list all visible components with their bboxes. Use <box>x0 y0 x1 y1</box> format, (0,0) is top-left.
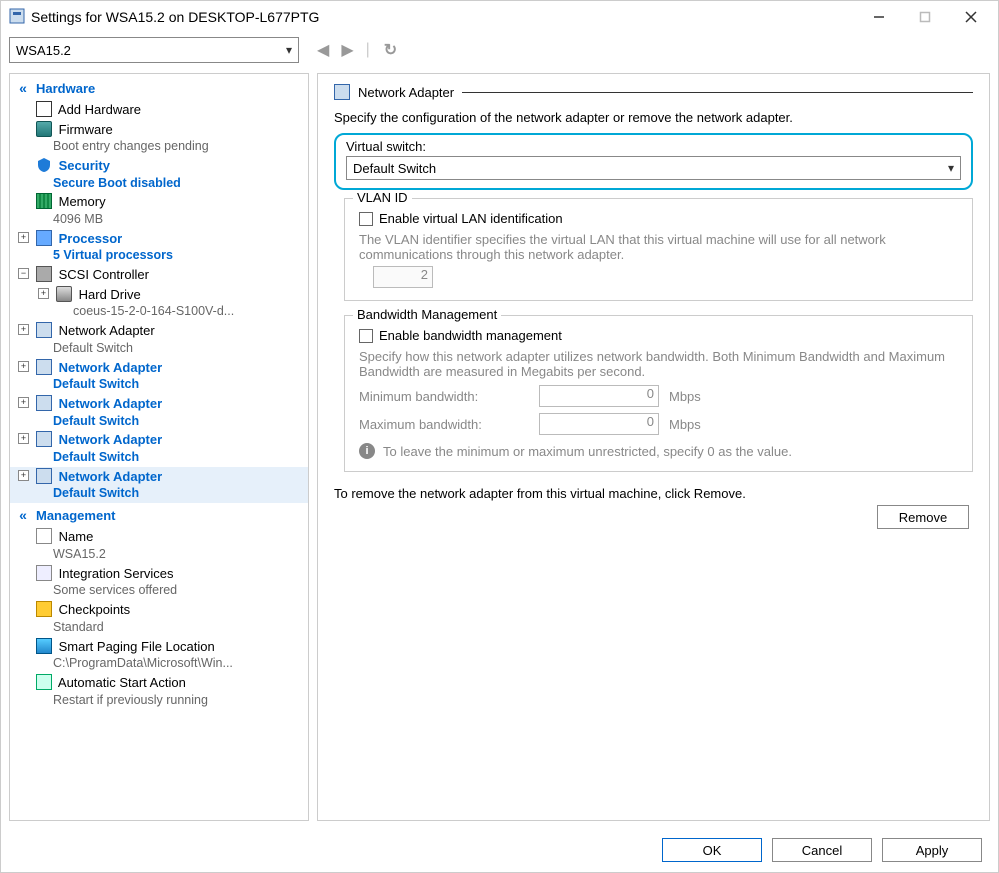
sidebar-item-firmware[interactable]: Firmware Boot entry changes pending <box>10 120 308 156</box>
sidebar-item-network-adapter-2[interactable]: + Network Adapter Default Switch <box>10 394 308 430</box>
nav-forward-button[interactable]: ▶ <box>337 40 357 60</box>
min-bandwidth-label: Minimum bandwidth: <box>359 389 529 404</box>
toolbar-separator: | <box>362 41 374 59</box>
info-icon: i <box>359 443 375 459</box>
chevron-down-icon: ▾ <box>286 43 292 57</box>
auto-start-icon <box>36 674 52 690</box>
vlan-group-title: VLAN ID <box>353 190 412 205</box>
max-bandwidth-input[interactable]: 0 <box>539 413 659 435</box>
sidebar-item-scsi[interactable]: − SCSI Controller <box>10 265 308 285</box>
bandwidth-hint: Specify how this network adapter utilize… <box>359 349 958 379</box>
bandwidth-group-title: Bandwidth Management <box>353 307 501 322</box>
maximize-button[interactable] <box>902 1 948 33</box>
cancel-button[interactable]: Cancel <box>772 838 872 862</box>
vlan-hint: The VLAN identifier specifies the virtua… <box>359 232 958 262</box>
shield-icon <box>36 157 52 173</box>
enable-vlan-checkbox[interactable] <box>359 212 373 226</box>
sidebar-item-security[interactable]: Security Secure Boot disabled <box>10 156 308 192</box>
main-panel: 23 Network Adapter Specify the configura… <box>317 73 990 821</box>
collapse-icon: « <box>16 507 30 523</box>
chevron-down-icon: ▾ <box>948 161 954 175</box>
expand-icon[interactable]: + <box>18 361 29 372</box>
remove-hint: To remove the network adapter from this … <box>334 486 973 501</box>
vm-selector[interactable]: WSA15.2 ▾ <box>9 37 299 63</box>
enable-vlan-label: Enable virtual LAN identification <box>379 211 563 226</box>
ok-button[interactable]: OK <box>662 838 762 862</box>
hard-drive-icon <box>56 286 72 302</box>
sidebar-item-network-adapter-1[interactable]: + Network Adapter Default Switch <box>10 358 308 394</box>
apply-button[interactable]: Apply <box>882 838 982 862</box>
sidebar-item-integration-services[interactable]: Integration Services Some services offer… <box>10 564 308 600</box>
settings-window: Settings for WSA15.2 on DESKTOP-L677PTG … <box>0 0 999 873</box>
hardware-section[interactable]: « Hardware <box>10 76 308 100</box>
bandwidth-info: To leave the minimum or maximum unrestri… <box>383 444 792 459</box>
vm-name: WSA15.2 <box>16 43 71 58</box>
vlan-group: VLAN ID Enable virtual LAN identificatio… <box>344 198 973 301</box>
add-hardware-icon <box>36 101 52 117</box>
enable-bandwidth-checkbox[interactable] <box>359 329 373 343</box>
virtual-switch-value: Default Switch <box>353 161 436 176</box>
sidebar-item-auto-start[interactable]: Automatic Start Action Restart if previo… <box>10 673 308 709</box>
bandwidth-group: Bandwidth Management Enable bandwidth ma… <box>344 315 973 472</box>
max-bandwidth-label: Maximum bandwidth: <box>359 417 529 432</box>
header-rule <box>462 92 973 93</box>
expand-icon[interactable]: + <box>18 397 29 408</box>
minimize-button[interactable] <box>856 1 902 33</box>
network-icon <box>36 395 52 411</box>
collapse-icon[interactable]: − <box>18 268 29 279</box>
min-bandwidth-input[interactable]: 0 <box>539 385 659 407</box>
sidebar-item-network-adapter-0[interactable]: + Network Adapter Default Switch <box>10 321 308 357</box>
expand-icon[interactable]: + <box>18 470 29 481</box>
sidebar-item-processor[interactable]: + Processor 5 Virtual processors <box>10 229 308 265</box>
name-icon <box>36 528 52 544</box>
vlan-id-input[interactable]: 2 <box>373 266 433 288</box>
sidebar-item-network-adapter-4[interactable]: + Network Adapter Default Switch <box>10 467 308 503</box>
checkpoints-icon <box>36 601 52 617</box>
network-icon <box>36 431 52 447</box>
paging-icon <box>36 638 52 654</box>
close-button[interactable] <box>948 1 994 33</box>
sidebar-item-checkpoints[interactable]: Checkpoints Standard <box>10 600 308 636</box>
remove-button[interactable]: Remove <box>877 505 969 529</box>
expand-icon[interactable]: + <box>38 288 49 299</box>
integration-icon <box>36 565 52 581</box>
virtual-switch-highlight: Virtual switch: Default Switch ▾ <box>334 133 973 190</box>
sidebar-item-memory[interactable]: Memory 4096 MB <box>10 192 308 228</box>
sidebar-item-smart-paging[interactable]: Smart Paging File Location C:\ProgramDat… <box>10 637 308 673</box>
sidebar-item-network-adapter-3[interactable]: + Network Adapter Default Switch <box>10 430 308 466</box>
enable-bandwidth-label: Enable bandwidth management <box>379 328 562 343</box>
panel-header: Network Adapter <box>334 84 973 100</box>
network-icon <box>36 359 52 375</box>
sidebar-item-hard-drive[interactable]: + Hard Drive coeus-15-2-0-164-S100V-d... <box>10 285 308 321</box>
cpu-icon <box>36 230 52 246</box>
expand-icon[interactable]: + <box>18 232 29 243</box>
titlebar: Settings for WSA15.2 on DESKTOP-L677PTG <box>1 1 998 33</box>
toolbar: WSA15.2 ▾ ◀ ▶ | ↻ <box>1 33 998 67</box>
max-bandwidth-unit: Mbps <box>669 417 701 432</box>
expand-icon[interactable]: + <box>18 324 29 335</box>
window-title: Settings for WSA15.2 on DESKTOP-L677PTG <box>31 9 856 25</box>
sidebar-item-add-hardware[interactable]: Add Hardware <box>10 100 308 120</box>
refresh-button[interactable]: ↻ <box>380 40 401 60</box>
management-section[interactable]: « Management <box>10 503 308 527</box>
network-icon <box>334 84 350 100</box>
app-icon <box>9 8 25 27</box>
min-bandwidth-unit: Mbps <box>669 389 701 404</box>
virtual-switch-label: Virtual switch: <box>346 139 961 154</box>
expand-icon[interactable]: + <box>18 433 29 444</box>
scsi-icon <box>36 266 52 282</box>
memory-icon <box>36 193 52 209</box>
network-icon <box>36 468 52 484</box>
panel-description: Specify the configuration of the network… <box>334 110 973 125</box>
network-icon <box>36 322 52 338</box>
firmware-icon <box>36 121 52 137</box>
sidebar-item-name[interactable]: Name WSA15.2 <box>10 527 308 563</box>
virtual-switch-combo[interactable]: Default Switch ▾ <box>346 156 961 180</box>
nav-back-button[interactable]: ◀ <box>313 40 333 60</box>
dialog-footer: OK Cancel Apply <box>662 838 982 862</box>
collapse-icon: « <box>16 80 30 96</box>
sidebar[interactable]: « Hardware Add Hardware Firmware Boot en… <box>9 73 309 821</box>
